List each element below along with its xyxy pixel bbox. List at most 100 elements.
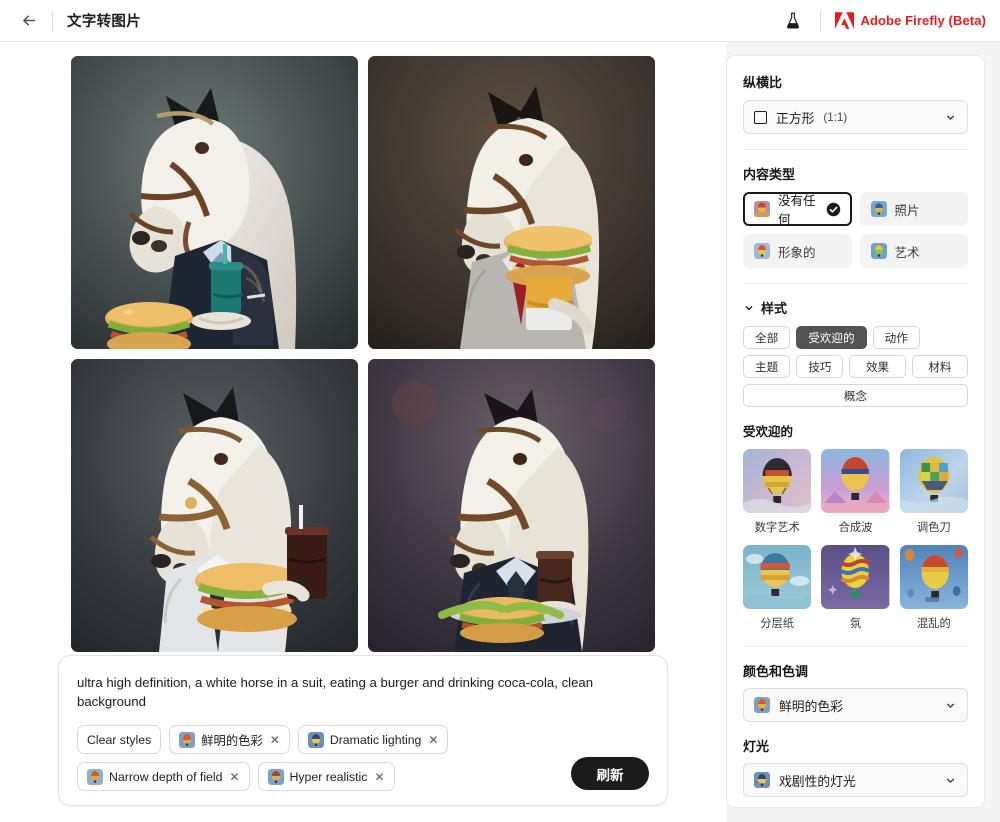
content-type-option-graphic[interactable]: 形象的 <box>743 234 852 268</box>
balloon-thumb-icon <box>179 731 196 748</box>
chevron-down-icon <box>946 702 955 708</box>
balloon-thumb-icon <box>870 243 887 259</box>
style-filter-materials[interactable]: 材料 <box>911 355 968 378</box>
chip-vivid-colors[interactable]: 鲜明的色彩 ✕ <box>169 725 290 754</box>
style-filter-movement[interactable]: 动作 <box>872 326 920 349</box>
content-type-label: 艺术 <box>894 245 920 260</box>
sidebar-divider-3 <box>743 646 968 647</box>
page-body: ultra high definition, a white horse in … <box>0 42 1000 822</box>
chip-remove-icon[interactable]: ✕ <box>374 770 384 784</box>
color-tone-block: 颜色和色调 鲜明的色彩 <box>743 661 968 722</box>
chevron-down-icon <box>946 777 955 783</box>
chip-label: Clear styles <box>87 732 152 747</box>
style-filter-chip-row: 全部 受欢迎的 动作 主题 技巧 效果 材料 概念 <box>743 326 968 407</box>
header-right-group: Adobe Firefly (Beta) <box>780 8 986 34</box>
aspect-ratio-value-sub: (1:1) <box>823 110 848 124</box>
balloon-preview-icon <box>743 545 812 609</box>
style-filter-popular[interactable]: 受欢迎的 <box>796 326 867 349</box>
balloon-preview-icon <box>743 449 812 513</box>
content-type-label: 照片 <box>894 203 920 218</box>
balloon-thumb-icon <box>87 768 103 785</box>
main-content: ultra high definition, a white horse in … <box>0 42 726 822</box>
settings-sidebar: 纵横比 正方形 (1:1) 内容类型 没有任何 照片 形象的 艺术 样式 全部 … <box>726 55 985 808</box>
brand-link[interactable]: Adobe Firefly (Beta) <box>835 12 986 29</box>
style-label: 氛 <box>849 618 862 630</box>
beaker-icon <box>787 12 800 29</box>
balloon-thumb-icon <box>307 731 324 748</box>
style-group-title: 受欢迎的 <box>743 425 794 439</box>
chip-clear-styles[interactable]: Clear styles <box>77 725 162 754</box>
chip-remove-icon[interactable]: ✕ <box>428 733 438 747</box>
chevron-down-icon <box>946 114 955 120</box>
balloon-preview-icon <box>899 545 968 609</box>
style-option-chaotic[interactable]: 混乱的 <box>899 545 968 631</box>
style-filter-theme[interactable]: 主题 <box>743 355 791 378</box>
lighting-block: 灯光 戏剧性的灯光 <box>743 736 968 797</box>
aspect-ratio-title: 纵横比 <box>743 75 783 90</box>
style-label: 分层纸 <box>760 618 795 630</box>
chip-dramatic-lighting[interactable]: Dramatic lighting ✕ <box>297 725 449 754</box>
balloon-thumb-icon <box>754 697 770 713</box>
balloon-preview-icon <box>899 449 968 513</box>
style-filter-concepts[interactable]: 概念 <box>743 384 968 407</box>
brand-name: Adobe Firefly (Beta) <box>860 13 986 28</box>
arrow-left-icon <box>22 15 35 26</box>
result-image-2[interactable] <box>368 56 655 349</box>
styles-section-header[interactable]: 样式 <box>743 298 968 317</box>
style-label: 调色刀 <box>916 522 951 534</box>
content-type-option-none[interactable]: 没有任何 <box>743 192 852 227</box>
chip-label: Narrow depth of field <box>109 769 223 784</box>
chip-remove-icon[interactable]: ✕ <box>270 733 280 747</box>
balloon-thumb-icon <box>267 768 284 785</box>
content-type-option-photo[interactable]: 照片 <box>859 192 968 226</box>
color-tone-title: 颜色和色调 <box>743 664 809 679</box>
style-label: 合成波 <box>838 522 873 534</box>
result-image-3[interactable] <box>71 359 358 652</box>
content-type-option-art[interactable]: 艺术 <box>859 234 968 268</box>
aspect-ratio-select[interactable]: 正方形 (1:1) <box>743 100 968 134</box>
chip-label: Hyper realistic <box>289 769 368 784</box>
style-filter-techniques[interactable]: 技巧 <box>796 355 844 378</box>
chip-label: 鲜明的色彩 <box>201 733 263 748</box>
style-option-vibes[interactable]: 氛 <box>821 545 890 631</box>
color-tone-select[interactable]: 鲜明的色彩 <box>743 688 968 722</box>
style-option-layered-paper[interactable]: 分层纸 <box>743 545 812 631</box>
beaker-button[interactable] <box>780 8 806 34</box>
content-type-label: 形象的 <box>778 245 816 260</box>
refresh-button[interactable]: 刷新 <box>571 757 649 790</box>
chip-hyper-realistic[interactable]: Hyper realistic ✕ <box>257 762 395 791</box>
lighting-select[interactable]: 戏剧性的灯光 <box>743 763 968 797</box>
check-circle-icon <box>826 202 840 216</box>
style-filter-all[interactable]: 全部 <box>743 326 791 349</box>
header-divider-2 <box>820 9 822 32</box>
chevron-down-icon <box>745 305 753 310</box>
result-image-4[interactable] <box>368 359 655 652</box>
balloon-preview-icon <box>821 545 890 609</box>
style-option-synthwave[interactable]: 合成波 <box>821 449 890 535</box>
header-divider <box>52 10 53 31</box>
chip-label: Dramatic lighting <box>329 732 422 747</box>
style-label: 混乱的 <box>916 618 951 630</box>
page-title: 文字转图片 <box>67 14 141 30</box>
style-option-palette-knife[interactable]: 调色刀 <box>899 449 968 535</box>
chip-remove-icon[interactable]: ✕ <box>229 770 239 784</box>
chip-narrow-depth-of-field[interactable]: Narrow depth of field ✕ <box>77 762 250 791</box>
lighting-value: 戏剧性的灯光 <box>779 773 856 789</box>
prompt-input[interactable]: ultra high definition, a white horse in … <box>77 673 649 711</box>
style-label: 数字艺术 <box>754 522 800 534</box>
lighting-title: 灯光 <box>743 739 770 754</box>
settings-sidebar-wrapper: 纵横比 正方形 (1:1) 内容类型 没有任何 照片 形象的 艺术 样式 全部 … <box>726 42 1000 822</box>
app-header: 文字转图片 Adobe Firefly (Beta) <box>0 0 1000 42</box>
result-image-1[interactable] <box>71 56 358 349</box>
back-button[interactable] <box>14 6 44 36</box>
balloon-thumb-icon <box>754 201 770 217</box>
balloon-thumb-icon <box>870 201 887 217</box>
style-filter-effects[interactable]: 效果 <box>849 355 906 378</box>
adobe-logo-icon <box>835 12 855 29</box>
aspect-ratio-value: 正方形 <box>776 110 815 126</box>
styles-title: 样式 <box>761 301 788 316</box>
image-results-grid <box>71 56 655 652</box>
prompt-bar: ultra high definition, a white horse in … <box>58 654 668 806</box>
content-type-label: 没有任何 <box>778 194 816 227</box>
style-option-digital-art[interactable]: 数字艺术 <box>743 449 812 535</box>
